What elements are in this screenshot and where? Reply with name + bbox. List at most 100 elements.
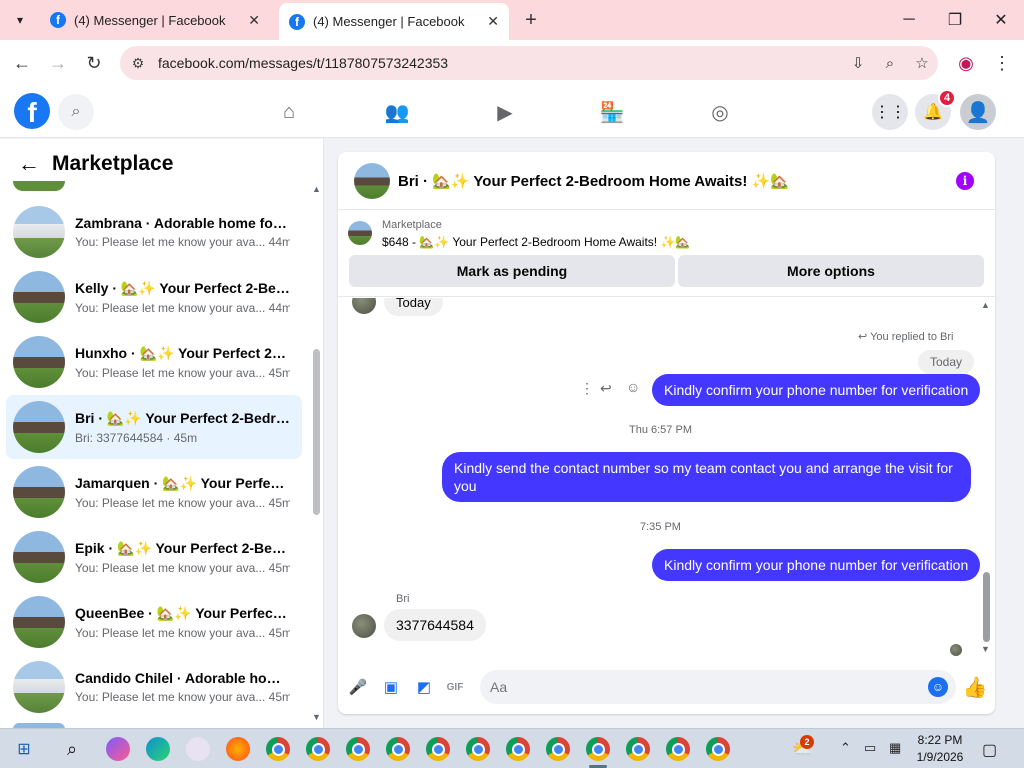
conversation-item[interactable]: Epik · 🏡✨ Your Perfect 2-Bedr... You: Ple… [6, 525, 302, 589]
react-smiley-icon[interactable]: ☺ [626, 379, 640, 395]
browser-menu-icon[interactable]: ⋮ [990, 51, 1014, 75]
windows-taskbar: ⊞ ⌕ ⛅ 2 ⌃ ▭ ▦ 8:22 PM 1/9/2026 ▢ [0, 728, 1024, 768]
more-actions-icon[interactable]: ⋮ [580, 380, 594, 397]
message-bubble-incoming[interactable]: 3377644584 [384, 609, 486, 641]
scroll-down-arrow-icon[interactable]: ▼ [981, 644, 990, 654]
url-text[interactable]: facebook.com/messages/t/1187807573242353 [158, 55, 842, 71]
notifications-center-icon[interactable]: ▢ [982, 740, 997, 760]
message-input[interactable] [480, 670, 956, 704]
chrome-window-icon[interactable] [266, 737, 290, 761]
home-icon[interactable]: ⌂ [275, 98, 303, 126]
chrome-window-icon[interactable] [506, 737, 530, 761]
copilot-icon[interactable] [106, 737, 130, 761]
chrome-window-icon[interactable] [586, 737, 610, 761]
sidebar-scrollbar[interactable] [313, 349, 320, 515]
conversation-item[interactable]: Kelly · 🏡✨ Your Perfect 2-Bedr... You: Pl… [6, 265, 302, 329]
message-bubble-outgoing[interactable]: Kindly confirm your phone number for ver… [652, 549, 981, 581]
conversation-thumbnail [13, 271, 65, 323]
menu-grid-icon[interactable]: ⋮⋮ [872, 94, 908, 130]
replied-quote-bubble[interactable]: Today [918, 350, 975, 374]
new-tab-plus-icon[interactable]: + [519, 8, 543, 32]
reply-icon[interactable]: ↩ [600, 380, 612, 397]
clock-time: 8:22 PM [917, 733, 963, 747]
paint-icon[interactable] [186, 737, 210, 761]
browser-tab-2[interactable]: f (4) Messenger | Facebook ✕ [279, 3, 509, 40]
tray-device-icon[interactable]: ▭ [864, 740, 876, 756]
chat-contact-avatar[interactable] [354, 162, 390, 199]
reload-icon[interactable]: ↻ [82, 51, 106, 75]
search-icon[interactable]: ⌕ [60, 737, 84, 761]
conversation-item[interactable]: Zambrana · Adorable home for ... You: Ple… [6, 200, 302, 264]
taskbar-clock[interactable]: 8:22 PM 1/9/2026 [910, 732, 970, 766]
chrome-window-icon[interactable] [706, 737, 730, 761]
clock-date: 1/9/2026 [916, 750, 964, 764]
scroll-up-arrow-icon[interactable]: ▲ [312, 184, 321, 194]
windows-start-icon[interactable]: ⊞ [12, 737, 36, 761]
zoom-icon[interactable]: ⌕ [874, 49, 906, 77]
edge-browser-icon[interactable] [146, 737, 170, 761]
browser-profile-icon[interactable]: ◉ [954, 51, 978, 75]
message-bubble-incoming[interactable]: Today [384, 298, 443, 316]
scroll-down-arrow-icon[interactable]: ▼ [312, 712, 321, 722]
gif-icon[interactable]: GIF [444, 676, 466, 698]
install-icon[interactable]: ⇩ [842, 49, 874, 77]
conversation-name: QueenBee · 🏡✨ Your Perfect 2... [75, 604, 290, 621]
forward-arrow-icon[interactable]: → [46, 51, 70, 75]
tray-chevron-up-icon[interactable]: ⌃ [840, 740, 851, 756]
groups-icon[interactable]: ◎ [706, 98, 734, 126]
chat-panel: Bri · 🏡✨ Your Perfect 2-Bedroom Home Awa… [338, 152, 995, 714]
conversation-preview: You: Please let me know your ava... 45m [75, 625, 290, 640]
minimize-icon[interactable]: ─ [897, 8, 921, 32]
thumbs-up-like-icon[interactable]: 👍 [962, 674, 988, 700]
video-icon[interactable]: ▶ [491, 98, 519, 126]
conversation-item[interactable]: Bri · 🏡✨ Your Perfect 2-Bedro... Bri: 337… [6, 395, 302, 459]
account-avatar[interactable]: 👤 [960, 94, 996, 130]
tab-close-icon[interactable]: ✕ [248, 12, 260, 29]
browser-tab-1[interactable]: f (4) Messenger | Facebook ✕ [40, 4, 270, 36]
marketplace-store-icon[interactable]: 🏪 [598, 98, 626, 126]
photo-icon[interactable]: ▣ [380, 676, 402, 698]
partial-conversation-thumb [13, 181, 65, 191]
chrome-window-icon[interactable] [386, 737, 410, 761]
more-options-button[interactable]: More options [678, 255, 984, 287]
site-info-tune-icon[interactable]: ⚙ [124, 49, 152, 77]
friends-icon[interactable]: 👥 [383, 98, 411, 126]
restore-icon[interactable]: ❐ [943, 8, 967, 32]
tab-search-chevron-down-icon[interactable]: ▾ [8, 8, 32, 32]
listing-thumbnail[interactable] [348, 221, 372, 245]
tray-network-icon[interactable]: ▦ [889, 740, 901, 756]
conversation-item[interactable]: Candido Chilel · Adorable home... You: Pl… [6, 655, 302, 719]
scroll-up-arrow-icon[interactable]: ▲ [981, 300, 990, 310]
mark-as-pending-button[interactable]: Mark as pending [349, 255, 675, 287]
emoji-icon[interactable]: ☺ [928, 677, 948, 697]
back-arrow-icon[interactable]: ← [10, 51, 34, 75]
facebook-logo-icon[interactable]: f [14, 93, 50, 129]
conversation-item[interactable]: Hunxho · 🏡✨ Your Perfect 2-B... You: Plea… [6, 330, 302, 394]
chrome-window-icon[interactable] [626, 737, 650, 761]
sticker-icon[interactable]: ◩ [413, 676, 435, 698]
microphone-icon[interactable]: 🎤 [347, 676, 369, 698]
back-arrow-icon[interactable]: ← [18, 151, 40, 177]
message-bubble-outgoing[interactable]: Kindly send the contact number so my tea… [442, 452, 971, 502]
chrome-window-icon[interactable] [546, 737, 570, 761]
listing-title[interactable]: $648 - 🏡✨ Your Perfect 2-Bedroom Home Aw… [382, 235, 690, 249]
chrome-window-icon[interactable] [306, 737, 330, 761]
chat-title[interactable]: Bri · 🏡✨ Your Perfect 2-Bedroom Home Awa… [398, 172, 789, 190]
address-bar[interactable]: ⚙ facebook.com/messages/t/11878075732423… [120, 46, 938, 80]
chat-scrollbar[interactable] [983, 572, 990, 642]
firefox-icon[interactable] [226, 737, 250, 761]
conversation-text: Bri · 🏡✨ Your Perfect 2-Bedro... Bri: 337… [75, 410, 290, 445]
chrome-window-icon[interactable] [426, 737, 450, 761]
message-bubble-outgoing[interactable]: Kindly confirm your phone number for ver… [652, 374, 981, 406]
conversation-item[interactable]: Jamarquen · 🏡✨ Your Perfect ... You: Plea… [6, 460, 302, 524]
chrome-window-icon[interactable] [666, 737, 690, 761]
tab-close-icon[interactable]: ✕ [487, 13, 499, 30]
bookmark-star-icon[interactable]: ☆ [906, 49, 938, 77]
chrome-window-icon[interactable] [346, 737, 370, 761]
replied-note: ↩ You replied to Bri [858, 331, 954, 343]
conversation-item[interactable]: QueenBee · 🏡✨ Your Perfect 2... You: Plea… [6, 590, 302, 654]
info-icon[interactable]: i [956, 172, 974, 190]
search-icon[interactable]: ⌕ [58, 94, 94, 130]
close-window-icon[interactable]: ✕ [989, 8, 1013, 32]
chrome-window-icon[interactable] [466, 737, 490, 761]
